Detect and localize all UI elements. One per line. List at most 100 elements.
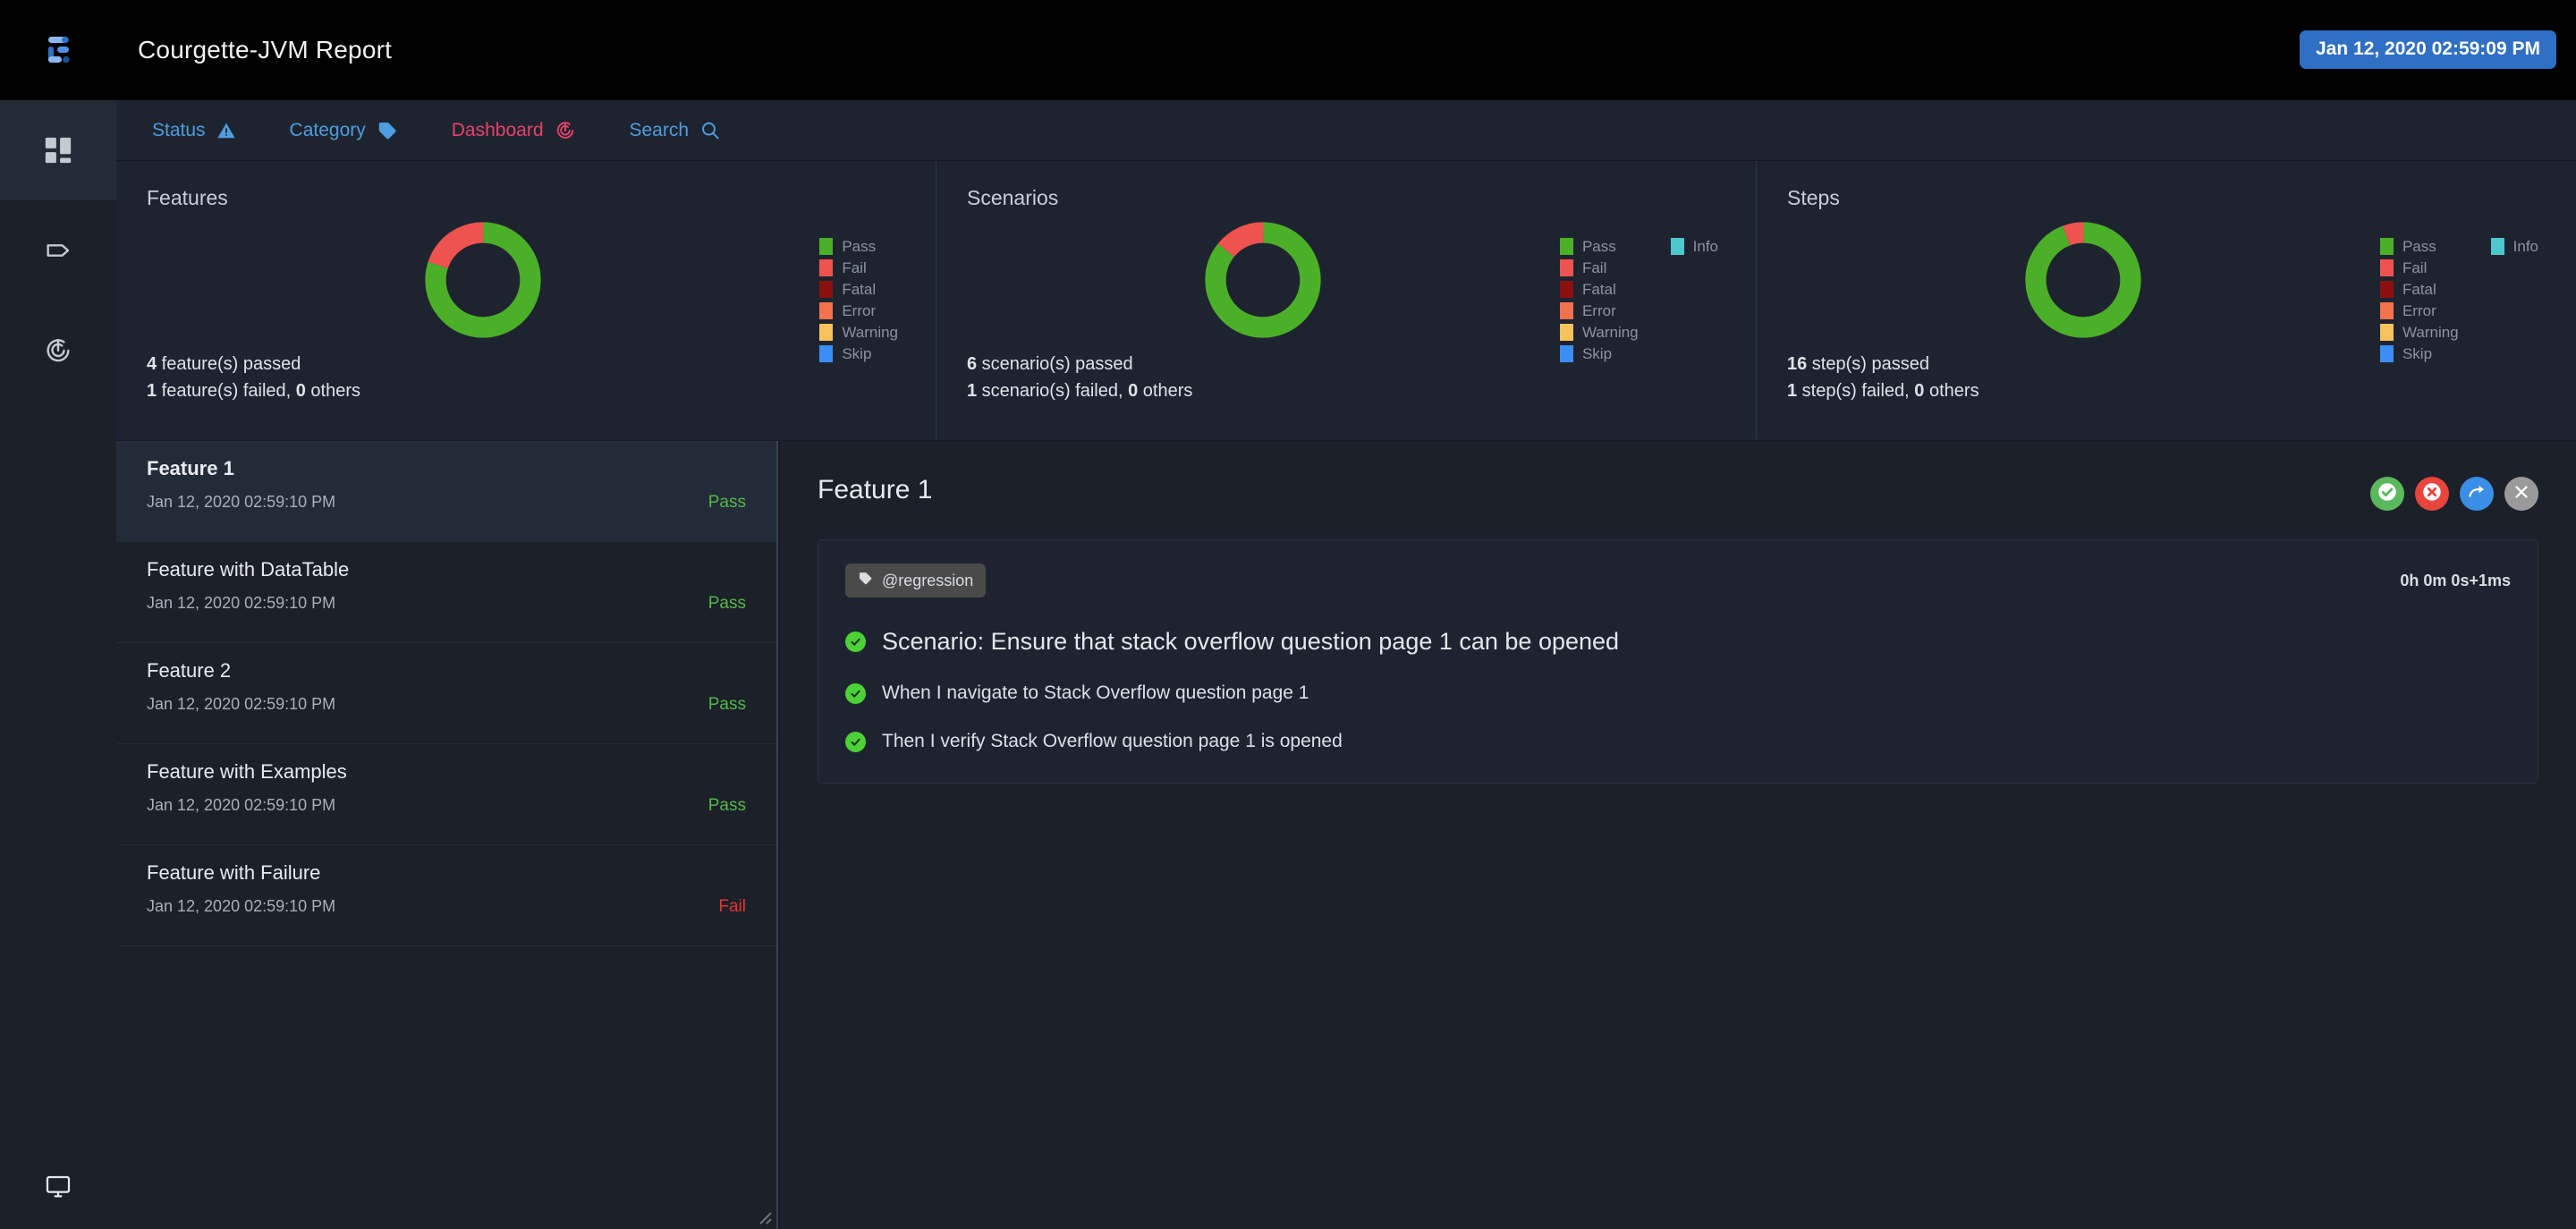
legend-entry: Warning <box>819 323 898 342</box>
legend-entry: Fatal <box>819 280 898 299</box>
legend-label: Skip <box>2402 346 2432 361</box>
summary-card-scenarios: Scenarios Pass Fail <box>936 161 1757 440</box>
stat-passed-text: scenario(s) passed <box>977 354 1133 374</box>
step-text: When I navigate to Stack Overflow questi… <box>882 682 1309 704</box>
filter-passed-button[interactable] <box>2370 477 2404 511</box>
tag-label: @regression <box>882 572 973 590</box>
target-radar-icon <box>43 335 73 366</box>
nav-item-search-label: Search <box>630 120 690 141</box>
nav-item-dashboard[interactable]: Dashboard <box>452 120 576 141</box>
stat-others-text: others <box>306 381 360 401</box>
scenarios-stats: 6 scenario(s) passed 1 scenario(s) faile… <box>967 351 1192 404</box>
status-badge: Pass <box>708 493 746 513</box>
legend-swatch-fail <box>819 259 833 276</box>
stat-others-count: 0 <box>296 381 306 401</box>
grid-dashboard-icon <box>43 135 73 165</box>
legend-swatch-fatal <box>819 281 833 298</box>
rail-item-status[interactable] <box>0 301 116 401</box>
legend-swatch-skip <box>2380 345 2394 362</box>
legend-entry: Fatal <box>1560 280 1639 299</box>
legend-entry: Error <box>819 301 898 320</box>
stat-failed: 1 feature(s) failed, 0 others <box>147 377 360 404</box>
top-bar: Courgette-JVM Report Jan 12, 2020 02:59:… <box>0 0 2576 100</box>
legend-entry: Skip <box>1560 344 1639 363</box>
page-title: Feature 1 <box>818 475 932 505</box>
rail-item-dashboard[interactable] <box>0 100 116 200</box>
panel-resize-handle[interactable] <box>753 1206 773 1225</box>
legend-swatch-pass <box>1560 238 1573 255</box>
nav-item-status-label: Status <box>152 120 206 141</box>
summary-card-features: Features Pass Fail <box>116 161 936 440</box>
feature-list: Feature 1 Jan 12, 2020 02:59:10 PM Pass … <box>116 441 778 1229</box>
legend-label: Fail <box>842 260 866 275</box>
scenario-heading-row: Scenario: Ensure that stack overflow que… <box>845 628 2511 656</box>
stat-others-count: 0 <box>1128 381 1138 401</box>
list-item[interactable]: Feature with Examples Jan 12, 2020 02:59… <box>116 744 776 845</box>
nav-item-category[interactable]: Category <box>290 120 398 141</box>
legend-swatch-error <box>819 302 833 319</box>
list-item[interactable]: Feature with DataTable Jan 12, 2020 02:5… <box>116 542 776 643</box>
legend-label: Fail <box>1582 260 1606 275</box>
status-badge: Pass <box>708 695 746 715</box>
features-stats: 4 feature(s) passed 1 feature(s) failed,… <box>147 351 360 404</box>
app-logo[interactable] <box>0 0 116 100</box>
feature-date: Jan 12, 2020 02:59:10 PM <box>147 897 335 916</box>
status-badge: Pass <box>708 796 746 816</box>
stat-failed: 1 step(s) failed, 0 others <box>1787 377 1979 404</box>
rail-item-tags[interactable] <box>0 200 116 301</box>
feature-date: Jan 12, 2020 02:59:10 PM <box>147 796 335 815</box>
tag-icon <box>377 120 398 141</box>
report-timestamp-badge: Jan 12, 2020 02:59:09 PM <box>2300 30 2556 69</box>
legend-label: Fail <box>2402 260 2427 275</box>
legend-swatch-skip <box>819 345 833 362</box>
legend-swatch-fatal <box>2380 281 2394 298</box>
clear-filter-button[interactable] <box>2504 477 2538 511</box>
feature-name: Feature 2 <box>147 659 746 682</box>
stat-failed-count: 1 <box>967 381 977 401</box>
tag-badge[interactable]: @regression <box>845 564 986 598</box>
legend-entry: Info <box>1671 237 1718 256</box>
legend-entry: Fail <box>819 259 898 277</box>
check-circle-icon <box>845 683 866 704</box>
feature-date: Jan 12, 2020 02:59:10 PM <box>147 493 335 512</box>
legend-entry: Pass <box>819 237 898 256</box>
legend-entry: Skip <box>2380 344 2459 363</box>
app-title: Courgette-JVM Report <box>138 36 392 64</box>
feature-name: Feature with Failure <box>147 861 746 885</box>
status-badge: Pass <box>708 594 746 614</box>
monitor-icon <box>44 1172 72 1200</box>
nav-item-search[interactable]: Search <box>630 120 722 141</box>
target-radar-icon <box>555 120 576 141</box>
stat-passed: 6 scenario(s) passed <box>967 351 1192 377</box>
rail-item-display[interactable] <box>0 1143 116 1229</box>
stat-failed-text: scenario(s) failed, <box>977 381 1128 401</box>
legend-swatch-warning <box>1560 324 1573 341</box>
stat-passed-count: 6 <box>967 354 977 374</box>
filter-skipped-button[interactable] <box>2460 477 2494 511</box>
stat-passed-text: step(s) passed <box>1807 354 1929 374</box>
nav-item-dashboard-label: Dashboard <box>452 120 544 141</box>
filter-failed-button[interactable] <box>2415 477 2449 511</box>
feature-name: Feature with DataTable <box>147 558 746 581</box>
stat-failed-count: 1 <box>147 381 157 401</box>
legend-label: Warning <box>842 325 898 340</box>
warning-triangle-icon <box>216 121 236 140</box>
check-circle-icon <box>845 732 866 752</box>
detail-action-buttons <box>2370 475 2538 511</box>
list-item[interactable]: Feature 1 Jan 12, 2020 02:59:10 PM Pass <box>116 441 776 542</box>
legend-swatch-warning <box>819 324 833 341</box>
nav-item-status[interactable]: Status <box>152 120 236 141</box>
stat-passed-count: 16 <box>1787 354 1807 374</box>
list-item[interactable]: Feature 2 Jan 12, 2020 02:59:10 PM Pass <box>116 643 776 744</box>
filter-nav-bar: Status Category Dashboard Search <box>116 100 2576 161</box>
card-title: Features <box>147 186 905 210</box>
legend-label: Fatal <box>842 282 876 297</box>
legend-swatch-fatal <box>1560 281 1573 298</box>
legend-swatch-info <box>2491 238 2504 255</box>
stat-passed: 4 feature(s) passed <box>147 351 360 377</box>
list-item[interactable]: Feature with Failure Jan 12, 2020 02:59:… <box>116 845 776 946</box>
summary-card-steps: Steps Pass Fail <box>1757 161 2576 440</box>
tag-icon <box>43 235 73 266</box>
legend-label: Pass <box>1582 239 1616 254</box>
legend-entry: Error <box>1560 301 1639 320</box>
